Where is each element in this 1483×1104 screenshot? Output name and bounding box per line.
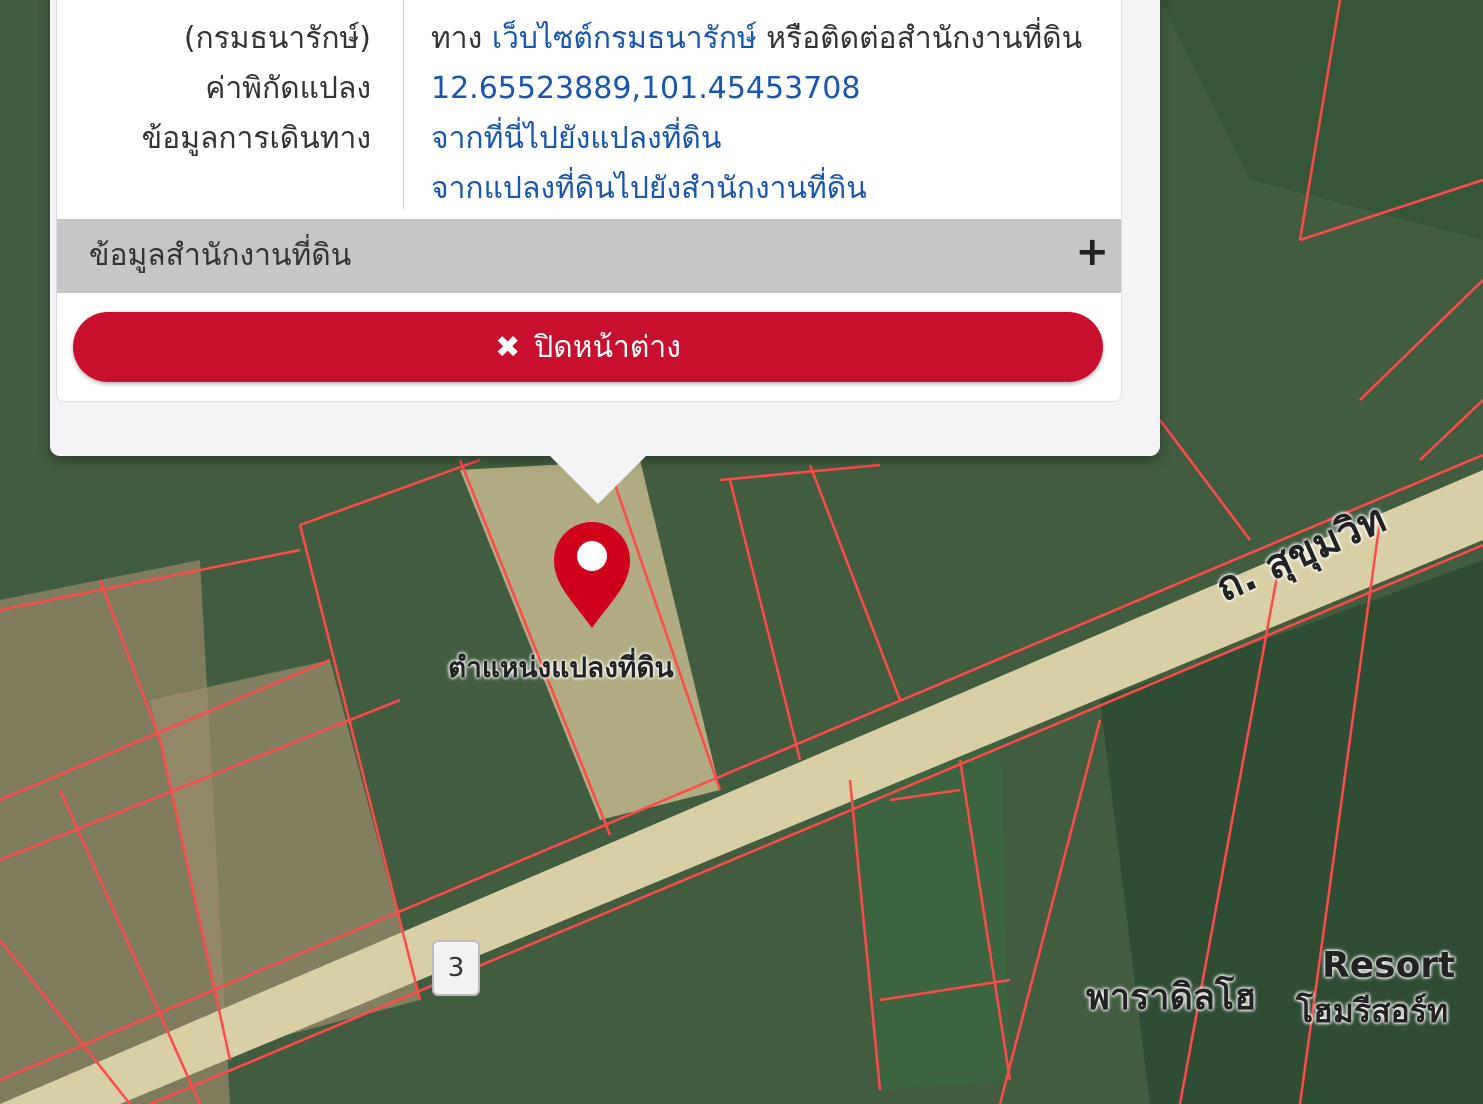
land-office-section-header[interactable]: ข้อมูลสำนักงานที่ดิน + — [57, 219, 1121, 293]
coordinates-link[interactable]: 12.65523889,101.45453708 — [431, 65, 860, 113]
row-label: (กรมธนารักษ์) — [183, 21, 371, 56]
row-value: ทาง เว็บไซต์กรมธนารักษ์ หรือติดต่อสำนักง… — [431, 15, 1082, 63]
info-row-coordinates: ค่าพิกัดแปลง 12.65523889,101.45453708 — [57, 65, 1121, 113]
row-value-suffix: หรือติดต่อสำนักงานที่ดิน — [756, 21, 1083, 56]
popup-content: (กรมธนารักษ์) ทาง เว็บไซต์กรมธนารักษ์ หร… — [56, 0, 1122, 402]
info-row-travel: ข้อมูลการเดินทาง จากที่นี่ไปยังแปลงที่ดิ… — [57, 115, 1121, 163]
route-shield: 3 — [432, 940, 480, 996]
resort-thai-label: พาราดิลโฮ — [1086, 977, 1257, 1018]
section-label: ข้อมูลสำนักงานที่ดิน — [89, 238, 352, 273]
info-row-travel-office: จากแปลงที่ดินไปยังสำนักงานที่ดิน — [57, 165, 1121, 213]
info-row-treasury: (กรมธนารักษ์) ทาง เว็บไซต์กรมธนารักษ์ หร… — [57, 15, 1121, 63]
expand-plus-icon[interactable]: + — [1075, 229, 1109, 275]
marker-label: ตำแหน่งแปลงที่ดิน — [448, 651, 674, 684]
treasury-website-link[interactable]: เว็บไซต์กรมธนารักษ์ — [492, 21, 757, 56]
row-label: ข้อมูลการเดินทาง — [141, 121, 371, 156]
row-value-prefix: ทาง — [431, 21, 492, 56]
row-label: ค่าพิกัดแปลง — [205, 71, 371, 106]
parcel-info-popup: (กรมธนารักษ์) ทาง เว็บไซต์กรมธนารักษ์ หร… — [50, 0, 1160, 504]
close-window-button[interactable]: ✖ ปิดหน้าต่าง — [73, 312, 1103, 382]
resort-label: Resort — [1322, 945, 1456, 986]
close-button-label: ปิดหน้าต่าง — [534, 329, 681, 365]
resort-thai-sub-label: โฮมรีสอร์ท — [1296, 992, 1449, 1030]
directions-to-parcel-link[interactable]: จากที่นี่ไปยังแปลงที่ดิน — [431, 115, 721, 163]
close-icon: ✖ — [495, 329, 521, 365]
directions-to-office-link[interactable]: จากแปลงที่ดินไปยังสำนักงานที่ดิน — [431, 165, 867, 213]
